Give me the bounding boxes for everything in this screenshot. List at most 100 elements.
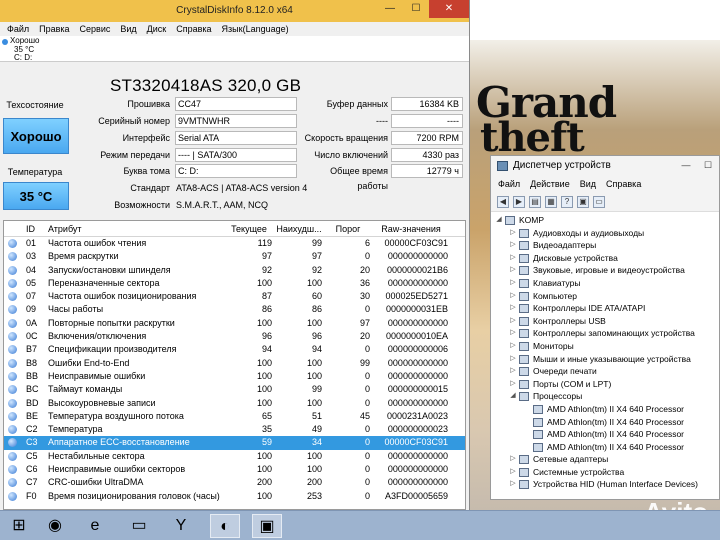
collapsed-arrow-icon[interactable]: ▷ bbox=[509, 277, 517, 290]
table-row[interactable]: F0 Время позиционирования головок (часы) 1… bbox=[4, 490, 465, 503]
table-row[interactable]: BC Таймаут команды 100 99 0 000000000015 bbox=[4, 383, 465, 396]
device-tree-root[interactable]: ◢ KOMP bbox=[491, 214, 719, 227]
device-tree-category[interactable]: ▷ Аудиовходы и аудиовыходы bbox=[491, 227, 719, 240]
table-cell: 0 bbox=[364, 450, 370, 461]
help-icon[interactable]: ? bbox=[561, 195, 573, 208]
close-button[interactable]: ✕ bbox=[429, 0, 469, 18]
device-tree-category[interactable]: ◢ Процессоры bbox=[491, 390, 719, 403]
device-tree-processor[interactable]: AMD Athlon(tm) II X4 640 Processor bbox=[491, 441, 719, 454]
maximize-button[interactable]: ☐ bbox=[403, 0, 429, 18]
table-row[interactable]: C6 Неисправимые ошибки секторов 100 100 0 000… bbox=[4, 463, 465, 476]
devmgr-maximize-button[interactable]: ☐ bbox=[697, 156, 719, 174]
device-tree-category[interactable]: ▷ Дисковые устройства bbox=[491, 252, 719, 265]
device-tree-category[interactable]: ▷ Контроллеры IDE ATA/ATAPI bbox=[491, 302, 719, 315]
update-driver-icon[interactable]: ▦ bbox=[545, 195, 557, 208]
collapsed-arrow-icon[interactable]: ▷ bbox=[509, 478, 517, 491]
table-row[interactable]: BB Неисправимые ошибки 100 100 0 000000000000 bbox=[4, 370, 465, 383]
device-tree-category[interactable]: ▷ Звуковые, игровые и видеоустройства bbox=[491, 264, 719, 277]
menu-item[interactable]: Сервис bbox=[75, 22, 116, 36]
properties-icon[interactable]: ▤ bbox=[529, 195, 541, 208]
column-header[interactable]: ID bbox=[26, 221, 46, 237]
device-tree-category[interactable]: ▷ Видеоадаптеры bbox=[491, 239, 719, 252]
expanded-arrow-icon[interactable]: ◢ bbox=[509, 390, 517, 403]
collapsed-arrow-icon[interactable]: ▷ bbox=[509, 290, 517, 303]
devmgr-menu-item[interactable]: Вид bbox=[575, 176, 601, 192]
column-header[interactable]: Raw-значения bbox=[374, 221, 448, 237]
collapsed-arrow-icon[interactable]: ▷ bbox=[509, 302, 517, 315]
collapsed-arrow-icon[interactable]: ▷ bbox=[509, 453, 517, 466]
table-row[interactable]: 07 Частота ошибок позиционирования 87 60 30 0… bbox=[4, 290, 465, 303]
device-tree-processor[interactable]: AMD Athlon(tm) II X4 640 Processor bbox=[491, 416, 719, 429]
table-row[interactable]: 01 Частота ошибок чтения 119 99 6 00000CF03C9… bbox=[4, 237, 465, 250]
explorer-icon[interactable]: ▭ bbox=[124, 514, 154, 538]
collapsed-arrow-icon[interactable]: ▷ bbox=[509, 378, 517, 391]
monitor-icon[interactable]: ▭ bbox=[593, 195, 605, 208]
device-tree-category[interactable]: ▷ Порты (COM и LPT) bbox=[491, 378, 719, 391]
device-tree-category[interactable]: ▷ Системные устройства bbox=[491, 466, 719, 479]
drive-tab[interactable]: Хорошо 35 °C C: D: bbox=[0, 36, 469, 62]
device-tree-category[interactable]: ▷ Контроллеры USB bbox=[491, 315, 719, 328]
crystaldiskinfo-icon[interactable]: ◐ bbox=[210, 514, 240, 538]
menu-item[interactable]: Диск bbox=[142, 22, 172, 36]
menu-item[interactable]: Язык(Language) bbox=[217, 22, 294, 36]
device-tree-processor[interactable]: AMD Athlon(tm) II X4 640 Processor bbox=[491, 403, 719, 416]
table-row[interactable]: B8 Ошибки End-to-End 100 100 99 000000000000 bbox=[4, 357, 465, 370]
ie-icon[interactable]: e bbox=[80, 514, 110, 538]
collapsed-arrow-icon[interactable]: ▷ bbox=[509, 365, 517, 378]
table-row[interactable]: C7 CRC-ошибки UltraDMA 200 200 0 000000000000 bbox=[4, 476, 465, 489]
forward-icon[interactable]: ▶ bbox=[513, 195, 525, 208]
device-tree-category[interactable]: ▷ Сетевые адаптеры bbox=[491, 453, 719, 466]
table-row[interactable]: 05 Переназначенные сектора 100 100 36 0000000… bbox=[4, 277, 465, 290]
devmgr-icon[interactable]: ▣ bbox=[252, 514, 282, 538]
device-tree-processor[interactable]: AMD Athlon(tm) II X4 640 Processor bbox=[491, 428, 719, 441]
expanded-arrow-icon[interactable]: ◢ bbox=[495, 214, 503, 227]
column-header[interactable]: Наихудш... bbox=[276, 221, 322, 237]
menu-item[interactable]: Вид bbox=[115, 22, 141, 36]
device-tree-category[interactable]: ▷ Мониторы bbox=[491, 340, 719, 353]
menu-item[interactable]: Справка bbox=[171, 22, 216, 36]
column-header[interactable]: Атрибут bbox=[48, 221, 226, 237]
table-row[interactable]: 04 Запуски/остановки шпинделя 92 92 20 000000… bbox=[4, 264, 465, 277]
cdi-titlebar[interactable]: CrystalDiskInfo 8.12.0 x64 — ☐ ✕ bbox=[0, 0, 469, 22]
table-row[interactable]: BE Температура воздушного потока 65 51 45 000… bbox=[4, 410, 465, 423]
devmgr-titlebar[interactable]: Диспетчер устройств — ☐ bbox=[491, 156, 719, 176]
table-row[interactable]: 0C Включения/отключения 96 96 20 0000000010EA bbox=[4, 330, 465, 343]
device-tree-category[interactable]: ▷ Мыши и иные указывающие устройства bbox=[491, 353, 719, 366]
devmgr-menu-item[interactable]: Справка bbox=[601, 176, 646, 192]
table-row[interactable]: 03 Время раскрутки 97 97 0 000000000000 bbox=[4, 250, 465, 263]
collapsed-arrow-icon[interactable]: ▷ bbox=[509, 239, 517, 252]
table-row[interactable]: 0A Повторные попытки раскрутки 100 100 97 000… bbox=[4, 317, 465, 330]
alice-icon[interactable]: ◉ bbox=[40, 514, 70, 538]
collapsed-arrow-icon[interactable]: ▷ bbox=[509, 353, 517, 366]
devmgr-menu-item[interactable]: Файл bbox=[493, 176, 525, 192]
back-icon[interactable]: ◀ bbox=[497, 195, 509, 208]
table-row[interactable]: C2 Температура 35 49 0 000000000023 bbox=[4, 423, 465, 436]
menu-item[interactable]: Файл bbox=[2, 22, 34, 36]
start-icon[interactable]: ⊞ bbox=[4, 514, 34, 538]
column-header[interactable]: Текущее bbox=[226, 221, 272, 237]
scan-hardware-icon[interactable]: ▣ bbox=[577, 195, 589, 208]
device-tree-category[interactable]: ▷ Очереди печати bbox=[491, 365, 719, 378]
device-tree-category[interactable]: ▷ Компьютер bbox=[491, 290, 719, 303]
table-row[interactable]: 09 Часы работы 86 86 0 0000000031EB bbox=[4, 303, 465, 316]
minimize-button[interactable]: — bbox=[377, 0, 403, 18]
yandex-icon[interactable]: Y bbox=[166, 514, 196, 538]
collapsed-arrow-icon[interactable]: ▷ bbox=[509, 264, 517, 277]
devmgr-menu-item[interactable]: Действие bbox=[525, 176, 575, 192]
menu-item[interactable]: Правка bbox=[34, 22, 74, 36]
table-row[interactable]: BD Высокоуровневые записи 100 100 0 000000000… bbox=[4, 397, 465, 410]
devmgr-minimize-button[interactable]: — bbox=[675, 156, 697, 174]
collapsed-arrow-icon[interactable]: ▷ bbox=[509, 327, 517, 340]
table-row[interactable]: C5 Нестабильные сектора 100 100 0 00000000000… bbox=[4, 450, 465, 463]
collapsed-arrow-icon[interactable]: ▷ bbox=[509, 315, 517, 328]
column-header[interactable]: Порог bbox=[326, 221, 370, 237]
device-tree-category[interactable]: ▷ Клавиатуры bbox=[491, 277, 719, 290]
collapsed-arrow-icon[interactable]: ▷ bbox=[509, 227, 517, 240]
table-row[interactable]: B7 Спецификации производителя 94 94 0 0000000… bbox=[4, 343, 465, 356]
device-tree-category[interactable]: ▷ Контроллеры запоминающих устройства bbox=[491, 327, 719, 340]
device-tree-category[interactable]: ▷ Устройства HID (Human Interface Devices… bbox=[491, 478, 719, 491]
collapsed-arrow-icon[interactable]: ▷ bbox=[509, 252, 517, 265]
collapsed-arrow-icon[interactable]: ▷ bbox=[509, 340, 517, 353]
collapsed-arrow-icon[interactable]: ▷ bbox=[509, 466, 517, 479]
table-row[interactable]: C3 Аппаратное ECC-восстановление 59 34 0 0000… bbox=[4, 436, 465, 450]
